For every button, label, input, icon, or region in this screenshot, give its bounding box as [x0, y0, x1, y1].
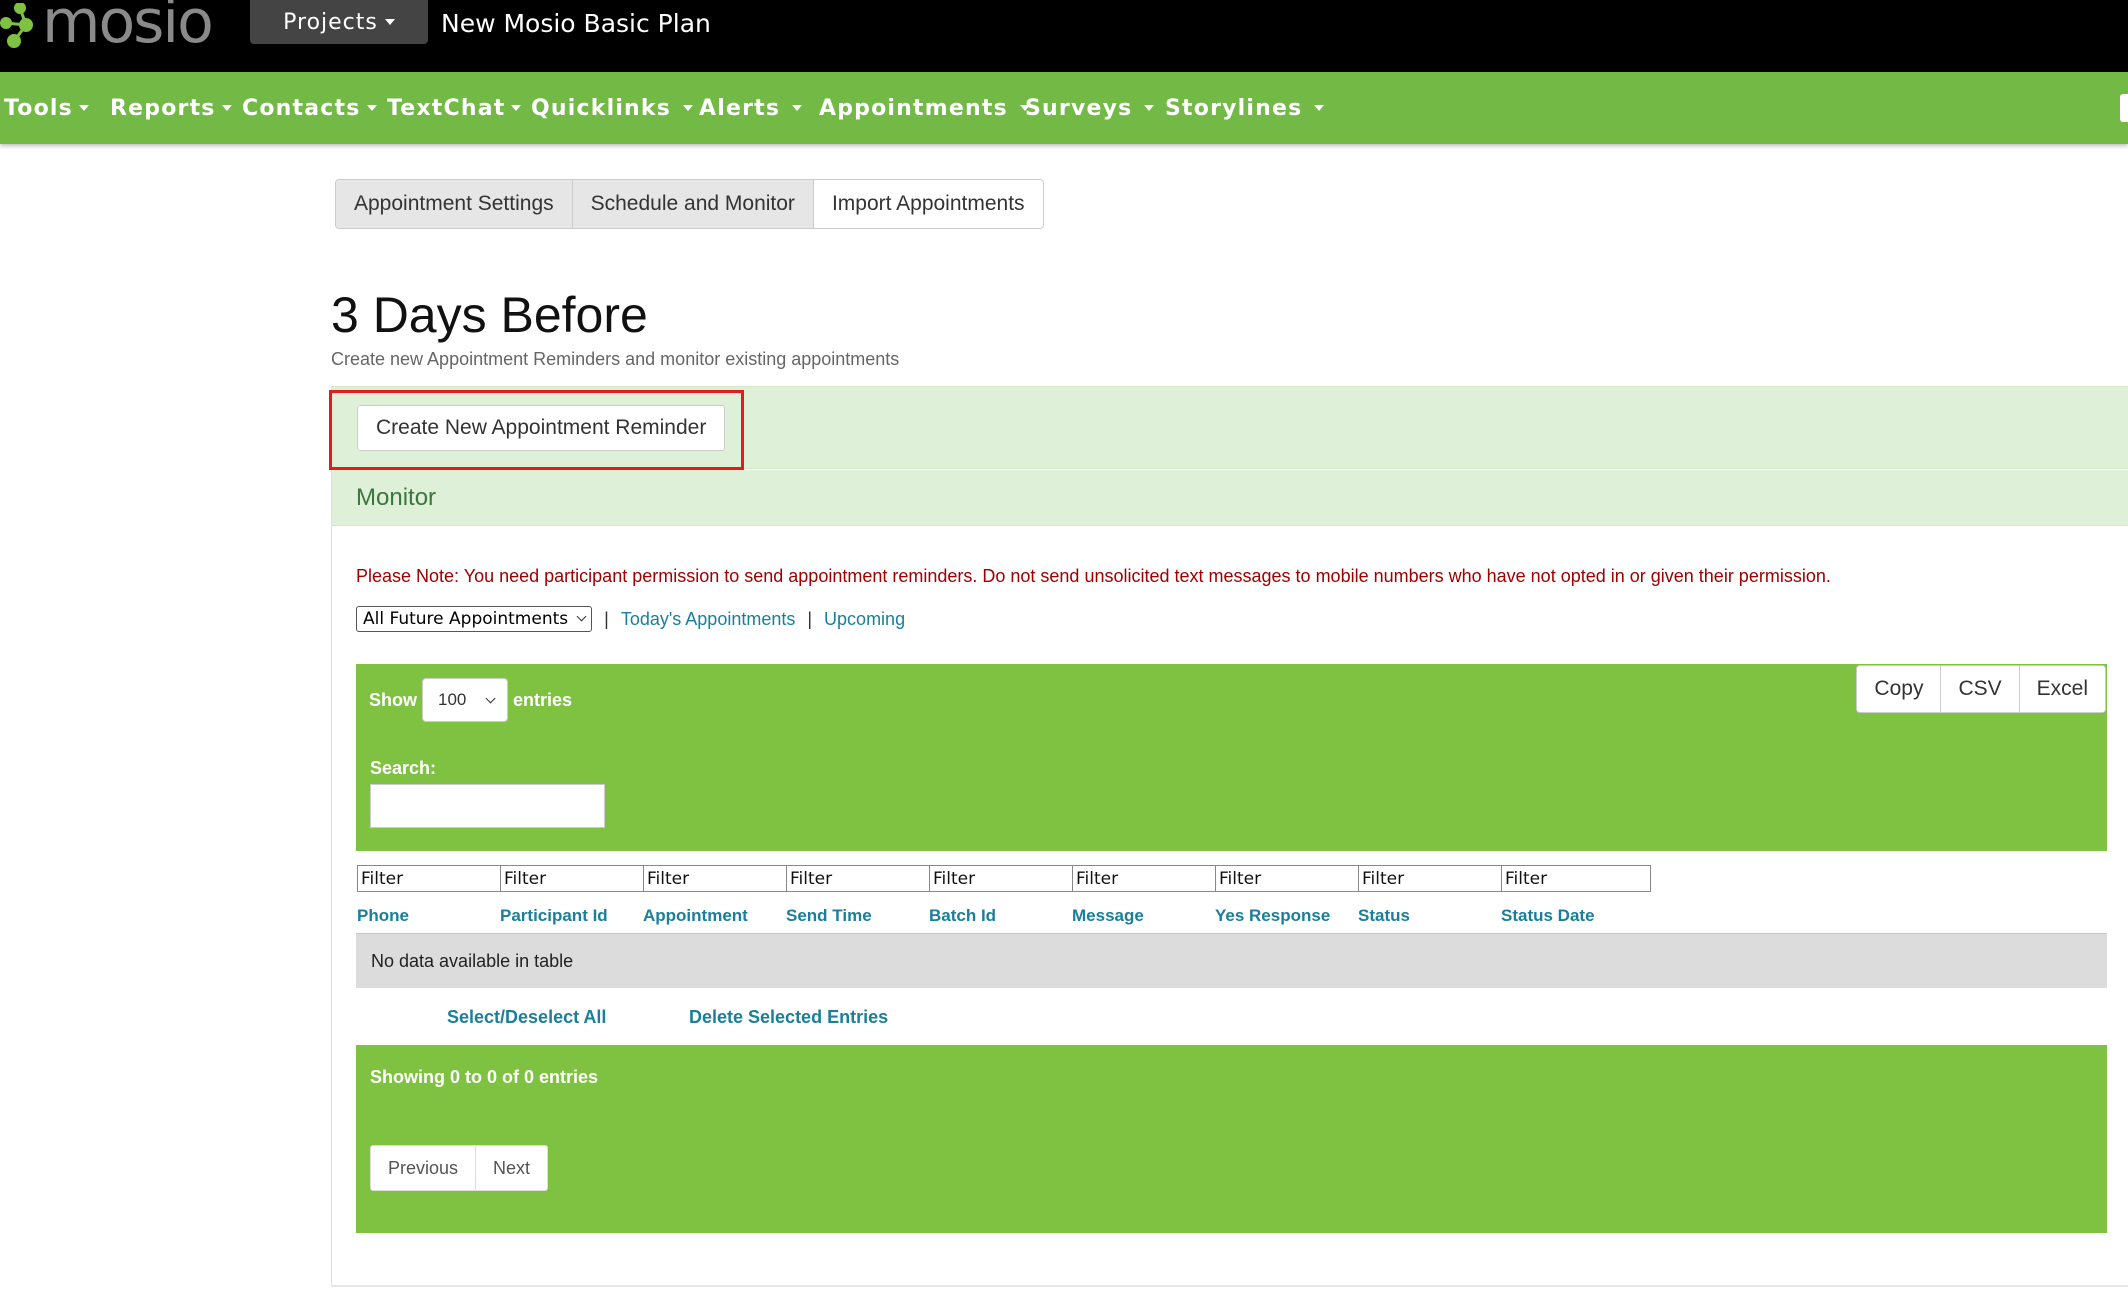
excel-button[interactable]: Excel	[2019, 666, 2105, 712]
chevron-down-icon	[576, 611, 587, 621]
logo-wordmark: mosio	[42, 0, 214, 57]
nav-item-contacts[interactable]: Contacts	[242, 72, 377, 144]
caret-down-icon	[792, 105, 803, 111]
top-header-bar: mosio Projects New Mosio Basic Plan	[0, 0, 2128, 72]
send-time-column-header[interactable]: Send Time	[786, 906, 872, 926]
batch-id-filter-input[interactable]: Filter	[929, 865, 1079, 892]
message-filter-input[interactable]: Filter	[1072, 865, 1222, 892]
yes-response-filter-input[interactable]: Filter	[1215, 865, 1365, 892]
page-title: 3 Days Before	[331, 287, 648, 343]
caret-down-icon	[683, 105, 694, 111]
plan-title: New Mosio Basic Plan	[441, 9, 711, 38]
status-date-column-header[interactable]: Status Date	[1501, 906, 1595, 926]
nav-item-appointments[interactable]: Appointments	[819, 72, 1030, 144]
caret-down-icon	[221, 105, 232, 111]
nav-item-alerts[interactable]: Alerts	[699, 72, 803, 144]
table-controls-bottom: Showing 0 to 0 of 0 entries Previous Nex…	[356, 1045, 2107, 1233]
table-controls-top: Show 100 entries Search: Copy CSV Excel	[356, 664, 2107, 851]
select-deselect-all-link[interactable]: Select/Deselect All	[447, 1007, 606, 1028]
empty-table-message: No data available in table	[371, 951, 574, 971]
copy-button[interactable]: Copy	[1857, 666, 1942, 712]
page-size-control: Show 100 entries	[369, 678, 572, 722]
mosio-logo[interactable]: mosio	[0, 0, 214, 57]
separator: |	[604, 608, 609, 629]
page-size-value: 100	[438, 690, 467, 709]
separator: |	[807, 608, 813, 629]
tab-import-appointments[interactable]: Import Appointments	[813, 180, 1043, 228]
permission-note: Please Note: You need participant permis…	[356, 566, 1831, 586]
nav-label: Alerts	[699, 95, 781, 121]
panel-action-bar: Create New Appointment Reminder	[329, 387, 2128, 470]
reminder-panel: Create New Appointment Reminder Monitor …	[329, 386, 2128, 1287]
appointment-range-value: All Future Appointments	[363, 609, 569, 629]
nav-label: Quicklinks	[531, 95, 672, 121]
nav-label: Storylines	[1165, 95, 1303, 121]
participant-id-column-header[interactable]: Participant Id	[500, 906, 608, 926]
search-input[interactable]	[370, 784, 605, 828]
show-label: Show	[369, 689, 417, 710]
caret-down-icon	[384, 19, 395, 25]
caret-down-icon	[1144, 105, 1155, 111]
appointment-filter-row: All Future Appointments | Today's Appoin…	[356, 606, 905, 632]
table-info: Showing 0 to 0 of 0 entries	[370, 1067, 599, 1087]
nav-label: TextChat	[387, 95, 506, 121]
nav-item-textchat[interactable]: TextChat	[387, 72, 522, 144]
molecule-logo-icon	[0, 3, 33, 48]
yes-response-column-header[interactable]: Yes Response	[1215, 906, 1330, 926]
participant-id-filter-input[interactable]: Filter	[500, 865, 650, 892]
main-nav-bar: Tools Reports Contacts TextChat Quicklin…	[0, 72, 2128, 144]
nav-item-reports[interactable]: Reports	[110, 72, 232, 144]
nav-overflow-edge[interactable]	[2120, 94, 2128, 122]
csv-button[interactable]: CSV	[1941, 666, 2020, 712]
previous-page-button[interactable]: Previous	[371, 1146, 477, 1190]
upcoming-link[interactable]: Upcoming	[824, 609, 905, 630]
search-label: Search:	[370, 758, 437, 778]
appointment-column-header[interactable]: Appointment	[643, 906, 748, 926]
highlight-box	[329, 390, 744, 470]
appointment-filter-input[interactable]: Filter	[643, 865, 793, 892]
page-size-select[interactable]: 100	[422, 678, 508, 722]
message-column-header[interactable]: Message	[1072, 906, 1144, 926]
next-page-button[interactable]: Next	[476, 1146, 548, 1190]
export-button-group: Copy CSV Excel	[1856, 665, 2106, 713]
monitor-header: Monitor	[332, 470, 2128, 526]
nav-label: Appointments	[819, 95, 1008, 121]
nav-item-surveys[interactable]: Surveys	[1025, 72, 1155, 144]
caret-down-icon	[366, 105, 377, 111]
nav-item-tools[interactable]: Tools	[4, 72, 89, 144]
projects-label: Projects	[283, 9, 378, 35]
caret-down-icon	[511, 105, 522, 111]
chevron-down-icon	[485, 693, 496, 704]
entries-label: entries	[513, 689, 573, 710]
todays-appointments-link[interactable]: Today's Appointments	[621, 609, 796, 630]
status-filter-input[interactable]: Filter	[1358, 865, 1508, 892]
projects-dropdown-button[interactable]: Projects	[250, 0, 428, 44]
nav-label: Contacts	[242, 95, 361, 121]
nav-label: Reports	[110, 95, 216, 121]
phone-filter-input[interactable]: Filter	[357, 865, 507, 892]
status-column-header[interactable]: Status	[1358, 906, 1410, 926]
tab-appointment-settings[interactable]: Appointment Settings	[336, 180, 573, 228]
nav-label: Surveys	[1025, 95, 1133, 121]
caret-down-icon	[78, 105, 89, 111]
appointment-range-select[interactable]: All Future Appointments	[356, 606, 593, 632]
pagination: Previous Next	[370, 1145, 549, 1191]
monitor-title: Monitor	[356, 484, 437, 511]
table-header: Filter Phone Filter Participant Id Filte…	[356, 851, 2107, 933]
send-time-filter-input[interactable]: Filter	[786, 865, 936, 892]
nav-label: Tools	[4, 95, 73, 121]
batch-id-column-header[interactable]: Batch Id	[929, 906, 996, 926]
nav-item-storylines[interactable]: Storylines	[1165, 72, 1325, 144]
appointment-tabs: Appointment Settings Schedule and Monito…	[335, 179, 1044, 229]
status-date-filter-input[interactable]: Filter	[1501, 865, 1651, 892]
caret-down-icon	[1314, 105, 1325, 111]
tab-schedule-and-monitor[interactable]: Schedule and Monitor	[572, 180, 814, 228]
nav-item-quicklinks[interactable]: Quicklinks	[531, 72, 694, 144]
page-subtitle: Create new Appointment Reminders and mon…	[331, 349, 900, 369]
phone-column-header[interactable]: Phone	[357, 906, 409, 926]
table-row: No data available in table	[356, 933, 2107, 988]
delete-selected-link[interactable]: Delete Selected Entries	[689, 1007, 888, 1028]
